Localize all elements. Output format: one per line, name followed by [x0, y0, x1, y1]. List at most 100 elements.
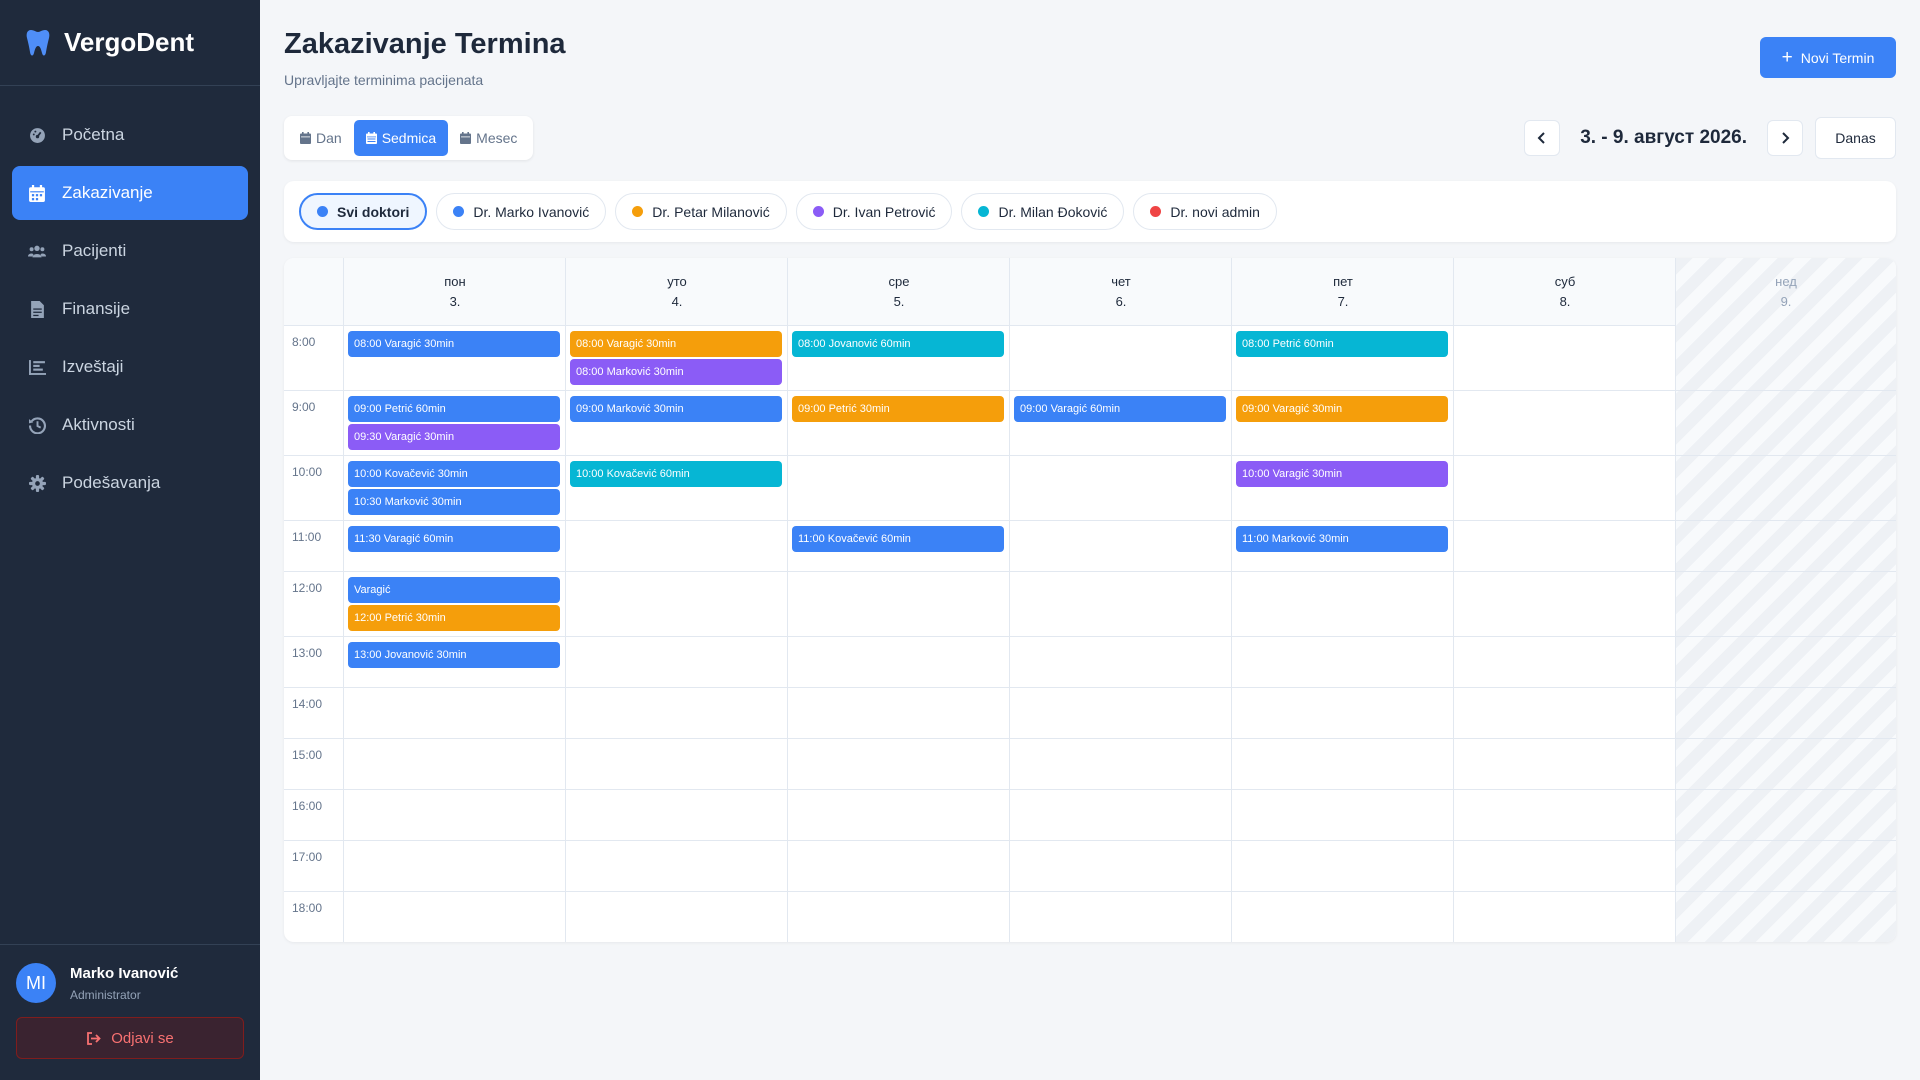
appointment-event[interactable]: 09:00 Petrić 60min — [348, 396, 560, 422]
time-slot-cell[interactable] — [1454, 637, 1675, 687]
appointment-event[interactable]: 09:00 Varagić 30min — [1236, 396, 1448, 422]
time-slot-cell[interactable] — [1454, 521, 1675, 571]
logout-button[interactable]: Odjavi se — [16, 1017, 244, 1059]
time-slot-cell[interactable] — [1232, 739, 1453, 789]
day-header[interactable]: сре 5. — [788, 258, 1010, 326]
appointment-event[interactable]: Varagić — [348, 577, 560, 603]
appointment-event[interactable]: 08:00 Petrić 60min — [1236, 331, 1448, 357]
filter-all-doctors[interactable]: Svi doktori — [299, 193, 428, 230]
time-slot-cell[interactable] — [788, 892, 1009, 942]
day-header[interactable]: уто 4. — [566, 258, 788, 326]
time-slot-cell[interactable] — [1232, 892, 1453, 942]
appointment-event[interactable]: 08:00 Varagić 30min — [348, 331, 560, 357]
appointment-event[interactable]: 10:00 Kovačević 30min — [348, 461, 560, 487]
view-day-button[interactable]: Dan — [288, 120, 354, 156]
time-slot-cell[interactable] — [1010, 841, 1231, 891]
prev-week-button[interactable] — [1524, 120, 1561, 156]
appointment-event[interactable]: 08:00 Jovanović 60min — [792, 331, 1004, 357]
new-appointment-button[interactable]: + Novi Termin — [1760, 37, 1896, 78]
time-slot-cell[interactable] — [344, 688, 565, 738]
time-slot-cell[interactable] — [788, 572, 1009, 636]
time-slot-cell[interactable] — [344, 739, 565, 789]
time-slot-cell[interactable] — [1454, 892, 1675, 942]
time-slot-cell[interactable] — [1010, 892, 1231, 942]
filter-doctor-petar[interactable]: Dr. Petar Milanović — [615, 193, 787, 230]
time-slot-cell[interactable] — [1010, 688, 1231, 738]
time-slot-cell[interactable] — [788, 790, 1009, 840]
appointment-event[interactable]: 11:30 Varagić 60min — [348, 526, 560, 552]
time-slot-cell[interactable] — [1454, 841, 1675, 891]
day-header[interactable]: пет 7. — [1232, 258, 1454, 326]
day-header[interactable]: чет 6. — [1010, 258, 1232, 326]
sidebar-item-zakazivanje[interactable]: Zakazivanje — [12, 166, 248, 220]
appointment-event[interactable]: 09:00 Petrić 30min — [792, 396, 1004, 422]
appointment-event[interactable]: 09:30 Varagić 30min — [348, 424, 560, 450]
appointment-event[interactable]: 12:00 Petrić 30min — [348, 605, 560, 631]
time-slot-cell[interactable] — [1454, 326, 1675, 390]
sidebar-item-podesavanja[interactable]: Podešavanja — [12, 456, 248, 510]
time-slot-cell[interactable] — [1232, 637, 1453, 687]
sidebar-item-aktivnosti[interactable]: Aktivnosti — [12, 398, 248, 452]
appointment-event[interactable]: 13:00 Jovanović 30min — [348, 642, 560, 668]
time-slot-cell[interactable] — [788, 456, 1009, 520]
time-slot-cell[interactable] — [344, 892, 565, 942]
next-week-button[interactable] — [1767, 120, 1803, 156]
time-slot-cell[interactable] — [566, 688, 787, 738]
time-slot-cell[interactable] — [1232, 572, 1453, 636]
time-slot-cell[interactable] — [1232, 688, 1453, 738]
time-slot-cell[interactable] — [1010, 572, 1231, 636]
time-slot-cell[interactable] — [1454, 572, 1675, 636]
sidebar-item-pocetna[interactable]: Početna — [12, 108, 248, 162]
time-slot-cell[interactable] — [566, 841, 787, 891]
time-slot-cell[interactable] — [1232, 790, 1453, 840]
time-slot-cell[interactable] — [788, 739, 1009, 789]
time-slot-cell[interactable] — [1010, 739, 1231, 789]
appointment-event[interactable]: 10:00 Kovačević 60min — [570, 461, 782, 487]
appointment-event[interactable]: 11:00 Kovačević 60min — [792, 526, 1004, 552]
day-header[interactable]: пон 3. — [344, 258, 566, 326]
filter-doctor-novi-admin[interactable]: Dr. novi admin — [1133, 193, 1277, 230]
time-slot-cell[interactable] — [344, 790, 565, 840]
time-slot-cell[interactable] — [1010, 790, 1231, 840]
time-slot-cell[interactable] — [788, 637, 1009, 687]
time-slot-cell[interactable] — [788, 841, 1009, 891]
appointment-event[interactable]: 11:00 Marković 30min — [1236, 526, 1448, 552]
time-slot-cell[interactable] — [566, 739, 787, 789]
view-week-button[interactable]: Sedmica — [353, 120, 449, 156]
color-dot — [453, 206, 465, 217]
filter-doctor-marko[interactable]: Dr. Marko Ivanović — [436, 193, 607, 230]
appointment-event[interactable]: 08:00 Marković 30min — [570, 359, 782, 385]
time-slot-cell[interactable] — [1454, 391, 1675, 455]
time-slot-cell[interactable] — [1454, 790, 1675, 840]
filter-doctor-ivan[interactable]: Dr. Ivan Petrović — [795, 193, 953, 230]
time-slot-cell[interactable] — [566, 572, 787, 636]
appointment-event[interactable]: 10:30 Marković 30min — [348, 489, 560, 515]
time-slot-cell[interactable] — [1454, 739, 1675, 789]
time-slot-cell[interactable] — [1454, 688, 1675, 738]
time-slot-cell[interactable] — [1010, 521, 1231, 571]
time-slot-cell[interactable] — [788, 688, 1009, 738]
time-slot-cell[interactable] — [344, 841, 565, 891]
brand[interactable]: VergoDent — [0, 0, 260, 86]
time-slot-cell[interactable] — [1010, 456, 1231, 520]
appointment-event[interactable]: 10:00 Varagić 30min — [1236, 461, 1448, 487]
time-slot-cell[interactable] — [1010, 326, 1231, 390]
day-header[interactable]: нед 9. — [1676, 258, 1896, 326]
appointment-event[interactable]: 09:00 Varagić 60min — [1014, 396, 1226, 422]
time-slot-cell[interactable] — [1010, 637, 1231, 687]
appointment-event[interactable]: 09:00 Marković 30min — [570, 396, 782, 422]
time-slot-cell[interactable] — [566, 790, 787, 840]
sidebar-item-pacijenti[interactable]: Pacijenti — [12, 224, 248, 278]
today-button[interactable]: Danas — [1815, 117, 1896, 159]
time-slot-cell[interactable] — [1232, 841, 1453, 891]
time-slot-cell[interactable] — [566, 892, 787, 942]
time-slot-cell[interactable] — [566, 637, 787, 687]
day-header[interactable]: суб 8. — [1454, 258, 1676, 326]
sidebar-item-izvestaji[interactable]: Izveštaji — [12, 340, 248, 394]
time-slot-cell[interactable] — [1454, 456, 1675, 520]
filter-doctor-milan[interactable]: Dr. Milan Đoković — [961, 193, 1125, 230]
time-slot-cell[interactable] — [566, 521, 787, 571]
sidebar-item-finansije[interactable]: Finansije — [12, 282, 248, 336]
appointment-event[interactable]: 08:00 Varagić 30min — [570, 331, 782, 357]
view-month-button[interactable]: Mesec — [448, 120, 529, 156]
